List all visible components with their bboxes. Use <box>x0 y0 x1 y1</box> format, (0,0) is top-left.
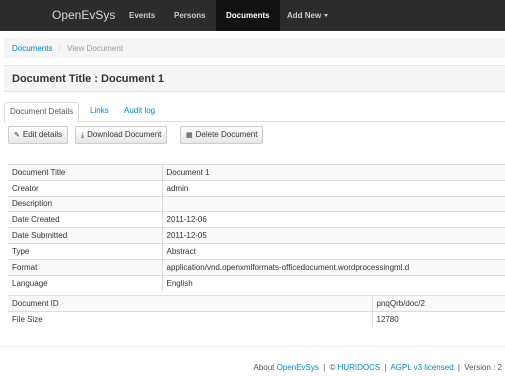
file-info-table: Document ID pnqQrb/doc/2 File Size 12780 <box>8 295 505 328</box>
file-info-value: pnqQrb/doc/2 <box>372 295 505 312</box>
footer-separator: | <box>384 363 387 372</box>
detail-value: admin <box>162 179 505 197</box>
detail-value <box>162 195 505 212</box>
table-row: Language English <box>8 274 505 291</box>
footer-about: About <box>253 363 275 372</box>
table-row: Creator admin <box>8 179 505 197</box>
detail-label: Date Created <box>8 211 163 228</box>
detail-value: English <box>162 274 505 291</box>
table-row: File Size 12780 <box>8 310 505 328</box>
brand-logo[interactable]: OpenEvSys <box>52 8 115 22</box>
footer-separator: | <box>323 363 326 372</box>
detail-value: Abstract <box>162 242 505 260</box>
nav-persons[interactable]: Persons <box>174 0 206 31</box>
tab-bar: Document Details Links Audit log <box>4 102 505 123</box>
tab-audit-log[interactable]: Audit log <box>124 102 155 122</box>
nav-add-new-label: Add New <box>287 11 322 20</box>
breadcrumb: Documents / View Document <box>4 38 505 58</box>
table-row: Document Title Document 1 <box>8 164 505 181</box>
file-info-value: 12780 <box>372 310 505 328</box>
delete-document-label: Delete Document <box>195 130 258 139</box>
trash-icon: ▦ <box>186 132 193 139</box>
detail-value: 2011-12-06 <box>162 211 505 228</box>
nav-documents[interactable]: Documents <box>216 0 280 31</box>
download-document-button[interactable]: ⤓ Download Document <box>75 126 168 144</box>
document-details-table: Document Title Document 1 Creator admin … <box>8 164 505 291</box>
table-row: Format application/vnd.openxmlformats-of… <box>8 258 505 276</box>
detail-value: 2011-12-05 <box>162 227 505 244</box>
table-row: Document ID pnqQrb/doc/2 <box>8 295 505 312</box>
breadcrumb-documents-link[interactable]: Documents <box>12 44 52 53</box>
breadcrumb-current: View Document <box>67 44 124 53</box>
nav-add-new[interactable]: Add New <box>287 0 329 31</box>
detail-label: Date Submitted <box>8 227 163 244</box>
top-navbar: OpenEvSys Events Persons Documents Add N… <box>0 0 505 31</box>
table-row: Type Abstract <box>8 242 505 260</box>
detail-label: Document Title <box>8 164 163 181</box>
footer-copyright: © <box>329 363 336 372</box>
file-info-label: Document ID <box>8 295 373 312</box>
chevron-down-icon <box>324 14 329 18</box>
edit-details-label: Edit details <box>22 130 63 139</box>
edit-icon: ✎ <box>14 132 20 139</box>
download-icon: ⤓ <box>81 132 85 139</box>
download-document-label: Download Document <box>87 130 162 139</box>
table-row: Description <box>8 195 505 212</box>
page-title: Document Title : Document 1 <box>12 73 164 85</box>
detail-value: Document 1 <box>162 164 505 181</box>
tab-links[interactable]: Links <box>90 102 109 122</box>
footer-version: Version : 2 <box>464 363 502 372</box>
detail-value: application/vnd.openxmlformats-officedoc… <box>162 258 505 276</box>
table-row: Date Submitted 2011-12-05 <box>8 227 505 244</box>
tab-document-details[interactable]: Document Details <box>4 102 80 123</box>
footer-divider <box>0 346 505 347</box>
table-row: Date Created 2011-12-06 <box>8 211 505 228</box>
detail-label: Format <box>8 258 163 276</box>
breadcrumb-separator: / <box>58 44 61 53</box>
detail-label: Type <box>8 242 163 260</box>
edit-details-button[interactable]: ✎ Edit details <box>8 126 69 144</box>
page-footer: About OpenEvSys | © HURIDOCS | AGPL v3 l… <box>254 363 503 372</box>
title-bar: Document Title : Document 1 <box>4 65 505 92</box>
detail-label: Description <box>8 195 163 212</box>
footer-huridocs-link[interactable]: HURIDOCS <box>338 363 381 372</box>
delete-document-button[interactable]: ▦ Delete Document <box>180 126 264 144</box>
detail-label: Language <box>8 274 163 291</box>
file-info-label: File Size <box>8 310 373 328</box>
footer-separator: | <box>457 363 460 372</box>
footer-openevsys-link[interactable]: OpenEvSys <box>277 363 319 372</box>
nav-events[interactable]: Events <box>129 0 155 31</box>
detail-label: Creator <box>8 179 163 197</box>
footer-license-link[interactable]: AGPL v3 licensed <box>390 363 453 372</box>
